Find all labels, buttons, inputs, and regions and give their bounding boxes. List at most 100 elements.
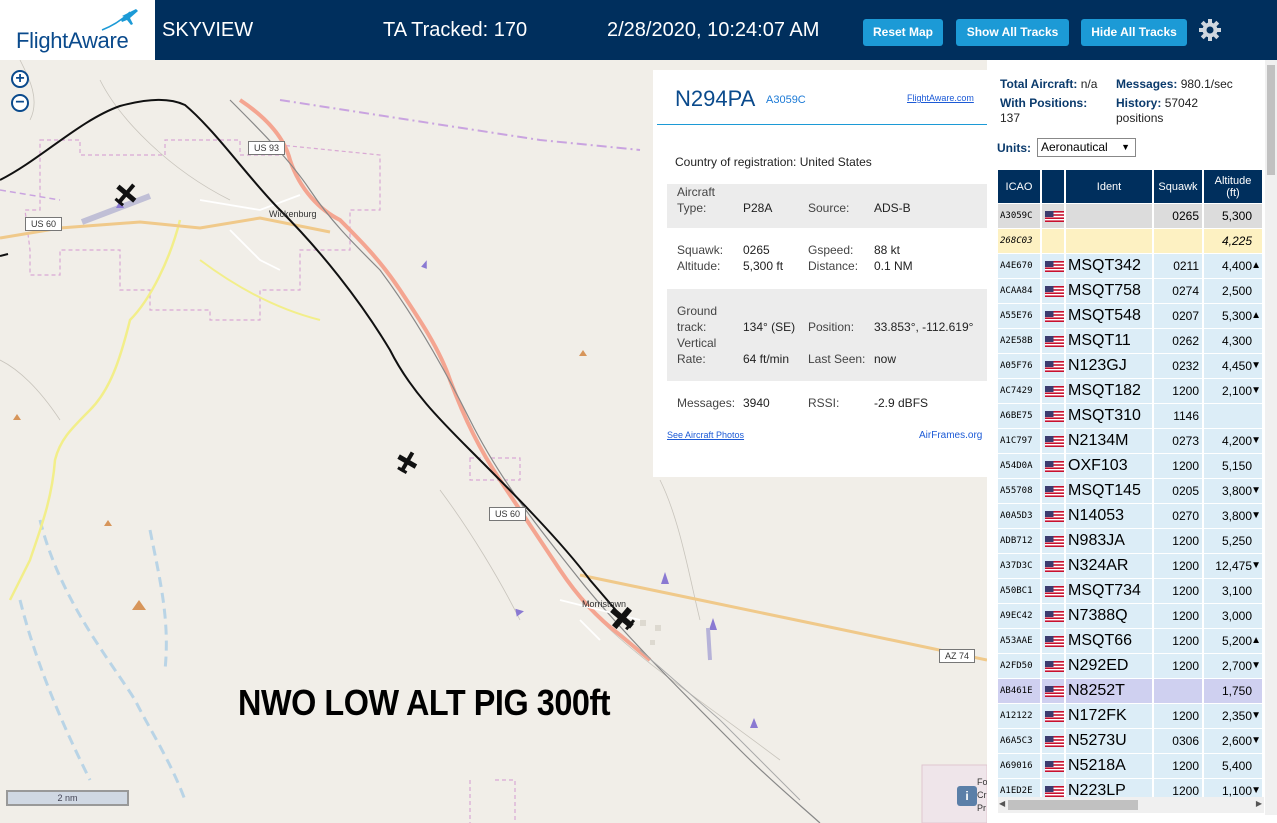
altitude-value: 2,700 — [1221, 659, 1252, 673]
vertical-scroll-thumb[interactable] — [1267, 65, 1275, 175]
with-positions-label: With Positions: — [1000, 96, 1088, 110]
units-select[interactable]: Aeronautical ▼ — [1037, 138, 1136, 157]
cell-altitude: 4,200 ▼ — [1204, 429, 1262, 453]
table-row[interactable]: ACAA84 MSQT758 0274 2,500 — [998, 279, 1262, 304]
us-flag-icon — [1045, 361, 1064, 372]
flightaware-link[interactable]: FlightAware.com — [907, 93, 974, 103]
col-squawk[interactable]: Squawk — [1154, 170, 1204, 203]
see-aircraft-photos-link[interactable]: See Aircraft Photos — [667, 430, 744, 440]
table-row[interactable]: A54D0A OXF103 1200 5,150 — [998, 454, 1262, 479]
ground-track-label-2: track: — [677, 320, 707, 334]
table-row[interactable]: A05F76 N123GJ 0232 4,450 ▼ — [998, 354, 1262, 379]
altitude-trend-icon: ▼ — [1251, 660, 1261, 671]
cell-ident: MSQT11 — [1066, 329, 1154, 353]
cell-icao: A37D3C — [998, 554, 1042, 578]
col-icao[interactable]: ICAO — [998, 170, 1042, 203]
table-row[interactable]: AB461E N8252T 1,750 — [998, 679, 1262, 704]
table-row[interactable]: A12122 N172FK 1200 2,350 ▼ — [998, 704, 1262, 729]
show-all-tracks-button[interactable]: Show All Tracks — [956, 19, 1069, 46]
table-row[interactable]: ADB712 N983JA 1200 5,250 — [998, 529, 1262, 554]
flightaware-logo[interactable]: FlightAware — [0, 0, 155, 60]
table-row[interactable]: A9EC42 N7388Q 1200 3,000 — [998, 604, 1262, 629]
cell-icao: A05F76 — [998, 354, 1042, 378]
distance-value: 0.1 NM — [874, 259, 913, 273]
cell-flag — [1042, 454, 1066, 478]
vertical-scrollbar[interactable] — [1265, 60, 1277, 815]
cell-ident: OXF103 — [1066, 454, 1154, 478]
cell-squawk: 1200 — [1154, 754, 1204, 778]
cell-ident: N2134M — [1066, 429, 1154, 453]
table-row[interactable]: A2FD50 N292ED 1200 2,700 ▼ — [998, 654, 1262, 679]
cell-squawk: 0274 — [1154, 279, 1204, 303]
cell-icao: A50BC1 — [998, 579, 1042, 603]
last-seen-label: Last Seen: — [808, 352, 866, 366]
us-flag-icon — [1045, 286, 1064, 297]
col-flag[interactable] — [1042, 170, 1066, 203]
airframes-link[interactable]: AirFrames.org — [919, 430, 982, 441]
table-row[interactable]: A1C797 N2134M 0273 4,200 ▼ — [998, 429, 1262, 454]
units-selected-value: Aeronautical — [1041, 140, 1108, 154]
table-row[interactable]: A2E58B MSQT11 0262 4,300 — [998, 329, 1262, 354]
altitude-value: 2,500 — [1221, 284, 1252, 298]
with-positions-stat: With Positions: 137 — [1000, 96, 1087, 126]
cell-ident: N292ED — [1066, 654, 1154, 678]
cell-ident: N5218A — [1066, 754, 1154, 778]
cell-flag — [1042, 654, 1066, 678]
cell-altitude: 5,200 ▲ — [1204, 629, 1262, 653]
table-row[interactable]: AC7429 MSQT182 1200 2,100 ▼ — [998, 379, 1262, 404]
cell-ident: N983JA — [1066, 529, 1154, 553]
table-row[interactable]: A69016 N5218A 1200 5,400 — [998, 754, 1262, 779]
history-stat: History: 57042 positions — [1116, 96, 1198, 126]
app-title: SKYVIEW — [162, 19, 254, 41]
zoom-out-button[interactable]: − — [11, 94, 29, 112]
table-row[interactable]: 268C03 4,225 — [998, 229, 1262, 254]
us-flag-icon — [1045, 661, 1064, 672]
town-label-morristown: Morristown — [582, 599, 627, 609]
table-row[interactable]: A53AAE MSQT66 1200 5,200 ▲ — [998, 629, 1262, 654]
table-row[interactable]: A6A5C3 N5273U 0306 2,600 ▼ — [998, 729, 1262, 754]
cell-altitude: 4,450 ▼ — [1204, 354, 1262, 378]
selected-hex-link[interactable]: A3059C — [766, 94, 806, 106]
total-aircraft-value: n/a — [1080, 77, 1098, 91]
table-row[interactable]: A50BC1 MSQT734 1200 3,100 — [998, 579, 1262, 604]
vertical-rate-label-2: Rate: — [677, 352, 706, 366]
cell-icao: ACAA84 — [998, 279, 1042, 303]
scroll-right-arrow-icon[interactable]: ▶ — [1256, 799, 1262, 808]
table-row[interactable]: A55708 MSQT145 0205 3,800 ▼ — [998, 479, 1262, 504]
table-row[interactable]: A0A5D3 N14053 0270 3,800 ▼ — [998, 504, 1262, 529]
us-flag-icon — [1045, 636, 1064, 647]
cell-squawk: 1200 — [1154, 629, 1204, 653]
cell-squawk: 0270 — [1154, 504, 1204, 528]
table-row[interactable]: A55E76 MSQT548 0207 5,300 ▲ — [998, 304, 1262, 329]
cell-altitude — [1204, 404, 1262, 428]
scale-bar: 2 nm — [6, 790, 129, 806]
cell-altitude: 2,350 ▼ — [1204, 704, 1262, 728]
zoom-in-button[interactable]: + — [11, 70, 29, 88]
table-row[interactable]: A4E670 MSQT342 0211 4,400 ▲ — [998, 254, 1262, 279]
country-value: United States — [799, 155, 872, 169]
gear-icon[interactable] — [1198, 18, 1222, 42]
altitude-trend-icon: ▼ — [1251, 435, 1261, 446]
table-row[interactable]: A6BE75 MSQT310 1146 — [998, 404, 1262, 429]
logo-wordmark: FlightAware — [16, 28, 129, 53]
altitude-value: 5,300 — [1221, 309, 1252, 323]
scroll-left-arrow-icon[interactable]: ◀ — [999, 799, 1005, 808]
us-flag-icon — [1045, 486, 1064, 497]
cell-squawk: 1200 — [1154, 554, 1204, 578]
reset-map-button[interactable]: Reset Map — [863, 19, 943, 46]
cell-icao: A2E58B — [998, 329, 1042, 353]
col-ident[interactable]: Ident — [1066, 170, 1154, 203]
table-row[interactable]: A3059C 0265 5,300 — [998, 204, 1262, 229]
road-shield-az74: AZ 74 — [939, 649, 976, 663]
horizontal-scrollbar[interactable]: ◀ ▶ — [998, 797, 1264, 813]
map-info-button[interactable]: i — [957, 786, 977, 806]
cell-squawk: 1200 — [1154, 529, 1204, 553]
squawk-block: Squawk: 0265 Gspeed: 88 kt Altitude: 5,3… — [667, 240, 987, 280]
road-shield-us93: US 93 — [248, 141, 286, 155]
messages-rate-label: Messages: — [1116, 77, 1178, 91]
col-altitude[interactable]: Altitude (ft) — [1204, 170, 1262, 203]
hide-all-tracks-button[interactable]: Hide All Tracks — [1081, 19, 1187, 46]
horizontal-scroll-thumb[interactable] — [1008, 800, 1138, 810]
cell-altitude: 5,250 — [1204, 529, 1262, 553]
table-row[interactable]: A37D3C N324AR 1200 12,475 ▼ — [998, 554, 1262, 579]
